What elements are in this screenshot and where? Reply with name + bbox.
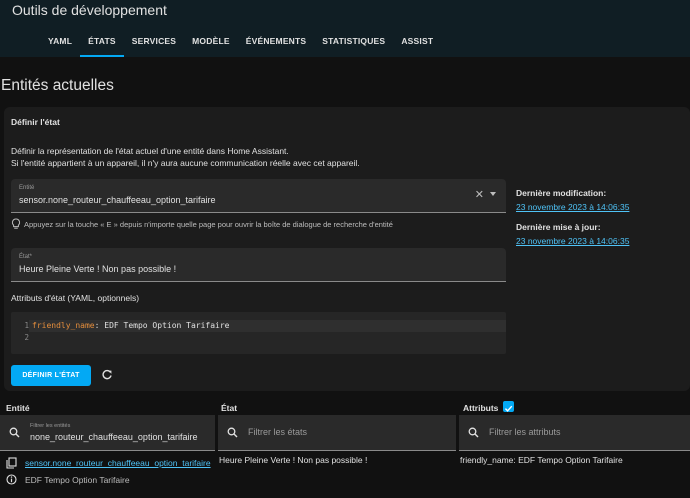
tab-assist[interactable]: ASSIST: [393, 29, 441, 57]
tab-template[interactable]: MODÈLE: [184, 29, 238, 57]
set-state-card: Définir l'état Définir la représentation…: [4, 107, 690, 391]
attributes-checkbox[interactable]: [503, 401, 514, 412]
last-changed-value[interactable]: 23 novembre 2023 à 14:06:35: [516, 202, 629, 212]
entity-picker-value: sensor.none_routeur_chauffeeau_option_ta…: [19, 195, 216, 205]
column-header-entity: Entité: [6, 403, 30, 413]
code-value: EDF Tempo Option Tarifaire: [104, 321, 230, 330]
entity-friendly-name: EDF Tempo Option Tarifaire: [25, 475, 130, 485]
search-icon: [468, 427, 479, 438]
clear-icon[interactable]: ✕: [475, 188, 484, 201]
entity-attributes: friendly_name: EDF Tempo Option Tarifair…: [460, 455, 623, 465]
entity-search-hint: Appuyez sur la touche « E » depuis n'imp…: [11, 218, 393, 230]
tab-events[interactable]: ÉVÉNEMENTS: [238, 29, 315, 57]
info-icon[interactable]: [6, 474, 17, 485]
refresh-icon[interactable]: [101, 369, 113, 381]
chevron-down-icon[interactable]: [490, 192, 496, 196]
set-state-button[interactable]: DÉFINIR L'ÉTAT: [11, 365, 91, 386]
filter-attributes-input[interactable]: Filtrer les attributs: [459, 415, 690, 451]
copy-icon[interactable]: [6, 457, 17, 469]
filter-attributes-placeholder: Filtrer les attributs: [489, 427, 561, 437]
checkmark-icon: [504, 405, 513, 412]
code-line-1: friendly_name: EDF Tempo Option Tarifair…: [32, 321, 230, 330]
tab-services[interactable]: SERVICES: [124, 29, 184, 57]
search-icon: [227, 427, 238, 438]
tab-yaml[interactable]: YAML: [40, 29, 80, 57]
tab-bar: YAML ÉTATS SERVICES MODÈLE ÉVÉNEMENTS ST…: [40, 29, 441, 57]
search-icon: [9, 427, 20, 438]
filter-entities-input[interactable]: Filtrer les entités none_routeur_chauffe…: [0, 415, 215, 451]
tab-statistics[interactable]: STATISTIQUES: [314, 29, 393, 57]
line-numbers: 12: [24, 321, 29, 342]
entity-search-hint-text: Appuyez sur la touche « E » depuis n'imp…: [24, 219, 393, 229]
top-app-bar: Outils de développement YAML ÉTATS SERVI…: [0, 0, 690, 57]
last-changed-label: Dernière modification:: [516, 188, 607, 198]
entity-state: Heure Pleine Verte ! Non pas possible !: [219, 455, 368, 465]
last-changed-block: Dernière modification: 23 novembre 2023 …: [516, 188, 629, 212]
yaml-editor[interactable]: 12 friendly_name: EDF Tempo Option Tarif…: [11, 312, 506, 354]
column-header-attributes: Attributs: [463, 403, 499, 413]
set-state-description-1: Définir la représentation de l'état actu…: [11, 146, 289, 156]
state-input-value: Heure Pleine Verte ! Non pas possible !: [19, 264, 177, 274]
page-title: Entités actuelles: [1, 77, 114, 94]
set-state-title: Définir l'état: [11, 117, 60, 127]
set-state-description-2: Si l'entité appartient à un appareil, il…: [11, 158, 360, 168]
last-updated-label: Dernière mise à jour:: [516, 222, 601, 232]
state-input[interactable]: État* Heure Pleine Verte ! Non pas possi…: [11, 248, 506, 282]
code-key: friendly_name: [32, 321, 95, 330]
filter-entities-value: none_routeur_chauffeeau_option_tarifaire: [30, 432, 198, 442]
last-updated-block: Dernière mise à jour: 23 novembre 2023 à…: [516, 222, 629, 246]
entity-picker-label: Entité: [19, 185, 35, 191]
entity-id-link[interactable]: sensor.none_routeur_chauffeeau_option_ta…: [25, 458, 211, 468]
tab-states[interactable]: ÉTATS: [80, 29, 124, 57]
attributes-label: Attributs d'état (YAML, optionnels): [11, 293, 140, 303]
app-title: Outils de développement: [12, 2, 167, 18]
filter-states-placeholder: Filtrer les états: [248, 427, 308, 437]
last-updated-value[interactable]: 23 novembre 2023 à 14:06:35: [516, 236, 629, 246]
column-header-state: État: [221, 403, 238, 413]
state-input-label: État*: [19, 254, 33, 260]
lightbulb-icon: [11, 218, 21, 229]
filter-entities-label: Filtrer les entités: [30, 423, 71, 429]
entity-picker[interactable]: Entité sensor.none_routeur_chauffeeau_op…: [11, 179, 506, 213]
filter-states-input[interactable]: Filtrer les états: [218, 415, 456, 451]
